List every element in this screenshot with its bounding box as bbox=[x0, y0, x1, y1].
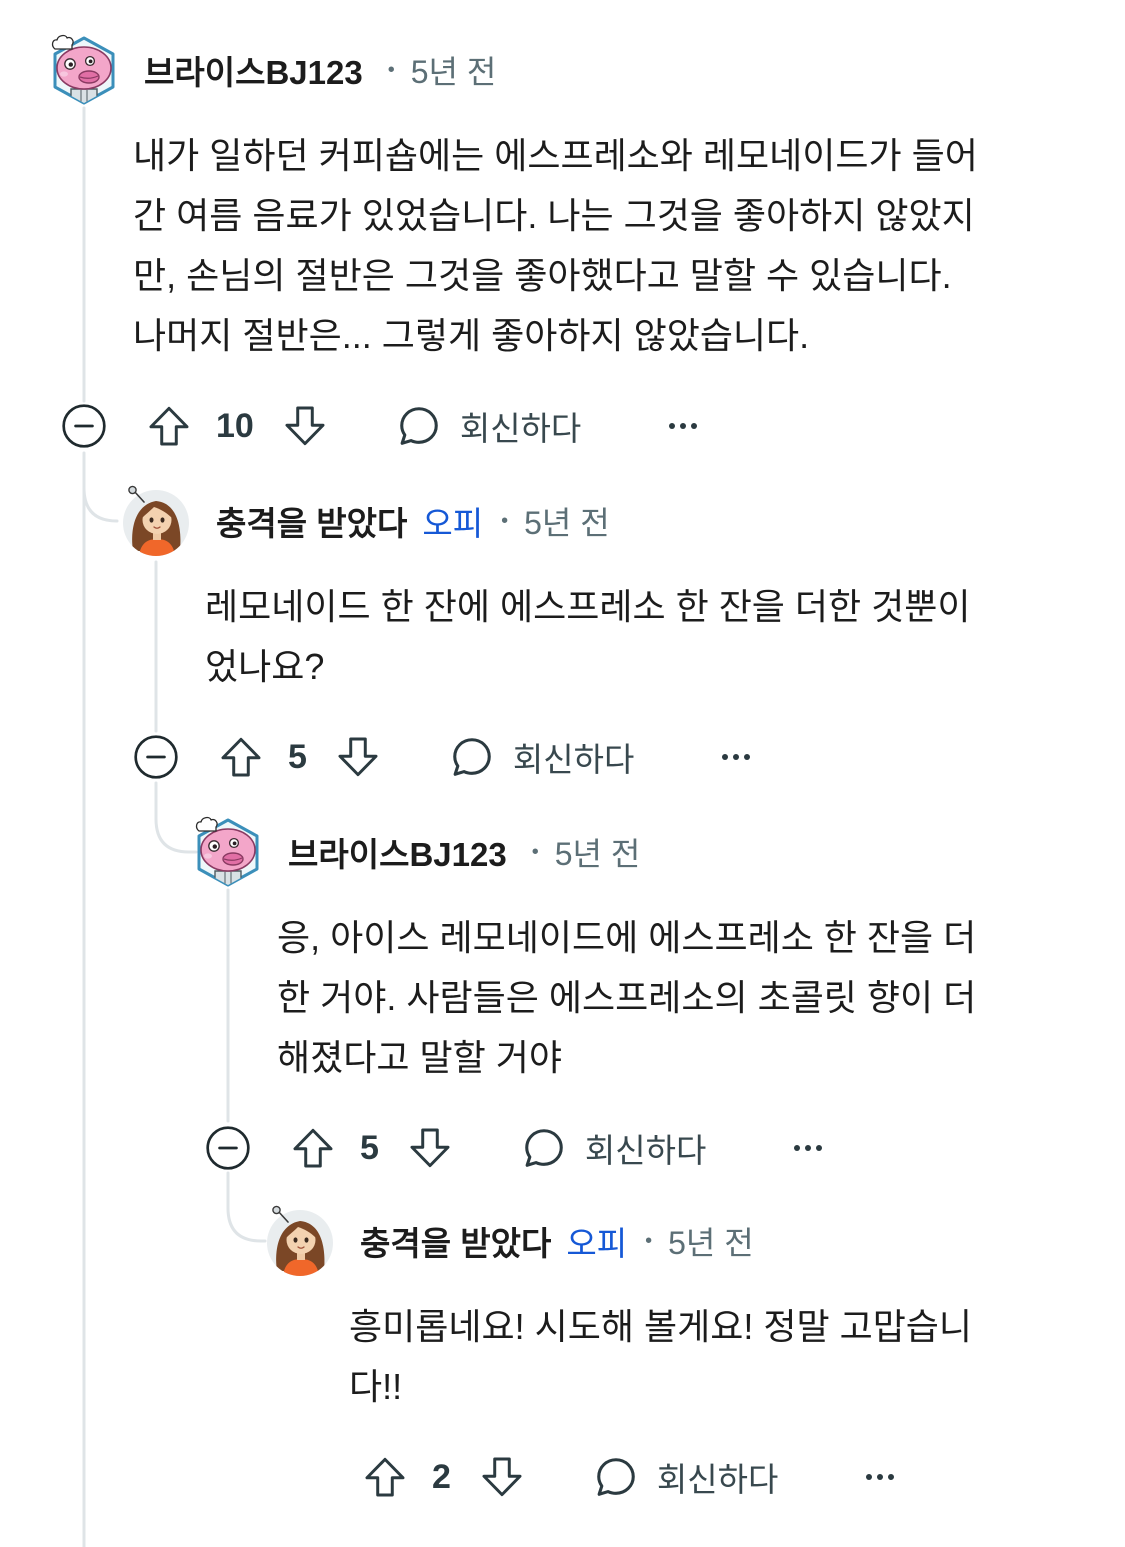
reply-button[interactable]: 회신하다 bbox=[396, 402, 581, 450]
more-options-icon[interactable] bbox=[864, 1471, 896, 1483]
username-link[interactable]: 브라이스BJ123 bbox=[288, 828, 507, 876]
collapse-thread-icon[interactable] bbox=[61, 403, 107, 449]
upvote-arrow-icon[interactable] bbox=[146, 403, 192, 449]
meta-separator: • bbox=[531, 840, 539, 863]
timestamp-link[interactable]: 5년 전 bbox=[411, 47, 497, 93]
vote-score: 10 bbox=[216, 406, 254, 445]
downvote-arrow-icon[interactable] bbox=[335, 734, 381, 780]
reply-button[interactable]: 회신하다 bbox=[449, 733, 634, 781]
collapse-thread-icon[interactable] bbox=[205, 1125, 251, 1171]
user-avatar[interactable] bbox=[264, 1205, 336, 1277]
comment-body-line: 흥미롭네요! 시도해 볼게요! 정말 고맙습니 bbox=[349, 1306, 973, 1347]
reply-label: 회신하다 bbox=[512, 741, 635, 778]
vote-score: 2 bbox=[432, 1457, 451, 1496]
comment-body: 흥미롭네요! 시도해 볼게요! 정말 고맙습니 다!! bbox=[264, 1297, 972, 1417]
comment-meta: 브라이스BJ123 • 5년 전 bbox=[288, 816, 640, 888]
username-link[interactable]: 충격을 받았다 bbox=[216, 497, 407, 545]
comment-body-line: 한 거야. 사람들은 에스프레소의 초콜릿 향이 더 bbox=[277, 977, 977, 1018]
reply-label: 회신하다 bbox=[459, 410, 582, 447]
user-avatar[interactable] bbox=[120, 485, 192, 557]
comment-body-line: 만, 손님의 절반은 그것을 좋아했다고 말할 수 있습니다. bbox=[133, 255, 952, 296]
more-options-icon[interactable] bbox=[792, 1142, 824, 1154]
comment-body-line: 나머지 절반은... 그렇게 좋아하지 않았습니다. bbox=[133, 315, 810, 356]
comment-body-line: 었나요? bbox=[205, 646, 325, 687]
timestamp-link[interactable]: 5년 전 bbox=[555, 829, 641, 875]
thread-branch-reply-1 bbox=[82, 486, 119, 523]
username-link[interactable]: 충격을 받았다 bbox=[360, 1217, 551, 1265]
downvote-arrow-icon[interactable] bbox=[407, 1125, 453, 1171]
upvote-arrow-icon[interactable] bbox=[218, 734, 264, 780]
downvote-arrow-icon[interactable] bbox=[282, 403, 328, 449]
comment-thread-page: 브라이스BJ123 • 5년 전 내가 일하던 커피숍에는 에스프레소와 레모네… bbox=[0, 0, 1125, 1547]
comment-bubble-icon bbox=[525, 1129, 563, 1167]
collapse-thread-icon[interactable] bbox=[133, 734, 179, 780]
comment-action-bar: 2 회신하다 bbox=[264, 1447, 972, 1507]
thread-branch-reply-2[interactable] bbox=[154, 781, 198, 854]
user-avatar[interactable] bbox=[48, 34, 120, 106]
comment-action-bar: 5 회신하다 bbox=[120, 727, 971, 787]
more-options-icon[interactable] bbox=[667, 420, 699, 432]
upvote-arrow-icon[interactable] bbox=[290, 1125, 336, 1171]
comment-action-bar: 10 회신하다 bbox=[48, 396, 978, 456]
meta-separator: • bbox=[501, 509, 509, 532]
more-options-icon[interactable] bbox=[720, 751, 752, 763]
user-avatar[interactable] bbox=[192, 816, 264, 888]
meta-separator: • bbox=[387, 58, 395, 81]
op-badge: 오피 bbox=[422, 505, 484, 542]
vote-score: 5 bbox=[360, 1128, 379, 1167]
comment-body-line: 레모네이드 한 잔에 에스프레소 한 잔을 더한 것뿐이 bbox=[205, 586, 971, 627]
reply-label: 회신하다 bbox=[656, 1461, 779, 1498]
comment-meta: 브라이스BJ123 • 5년 전 bbox=[144, 34, 496, 106]
comment-body: 내가 일하던 커피숍에는 에스프레소와 레모네이드가 들어 간 여름 음료가 있… bbox=[48, 126, 978, 366]
reply-label: 회신하다 bbox=[584, 1132, 707, 1169]
username-link[interactable]: 브라이스BJ123 bbox=[144, 46, 363, 94]
vote-score: 5 bbox=[288, 737, 307, 776]
timestamp-link[interactable]: 5년 전 bbox=[524, 498, 610, 544]
comment-bubble-icon bbox=[597, 1458, 635, 1496]
op-badge: 오피 bbox=[566, 1225, 628, 1262]
comment-meta: 충격을 받았다 오피 • 5년 전 bbox=[216, 485, 610, 557]
comment-body-line: 해졌다고 말할 거야 bbox=[277, 1037, 562, 1078]
upvote-arrow-icon[interactable] bbox=[362, 1454, 408, 1500]
downvote-arrow-icon[interactable] bbox=[479, 1454, 525, 1500]
meta-separator: • bbox=[645, 1229, 653, 1252]
reply-button[interactable]: 회신하다 bbox=[593, 1453, 778, 1501]
comment-body-line: 간 여름 음료가 있었습니다. 나는 그것을 좋아하지 않았지 bbox=[133, 195, 975, 236]
comment-bubble-icon bbox=[400, 407, 438, 445]
timestamp-link[interactable]: 5년 전 bbox=[668, 1218, 754, 1264]
comment-body-line: 내가 일하던 커피숍에는 에스프레소와 레모네이드가 들어 bbox=[133, 135, 978, 176]
comment-body-line: 응, 아이스 레모네이드에 에스프레소 한 잔을 더 bbox=[277, 917, 977, 958]
comment-meta: 충격을 받았다 오피 • 5년 전 bbox=[360, 1205, 754, 1277]
thread-branch-reply-3[interactable] bbox=[226, 1171, 267, 1243]
comment-body: 응, 아이스 레모네이드에 에스프레소 한 잔을 더 한 거야. 사람들은 에스… bbox=[192, 908, 976, 1088]
comment-body-line: 다!! bbox=[349, 1366, 403, 1407]
reply-button[interactable]: 회신하다 bbox=[521, 1124, 706, 1172]
comment-body: 레모네이드 한 잔에 에스프레소 한 잔을 더한 것뿐이 었나요? bbox=[120, 577, 971, 697]
comment-bubble-icon bbox=[453, 738, 491, 776]
comment-action-bar: 5 회신하다 bbox=[192, 1118, 976, 1178]
